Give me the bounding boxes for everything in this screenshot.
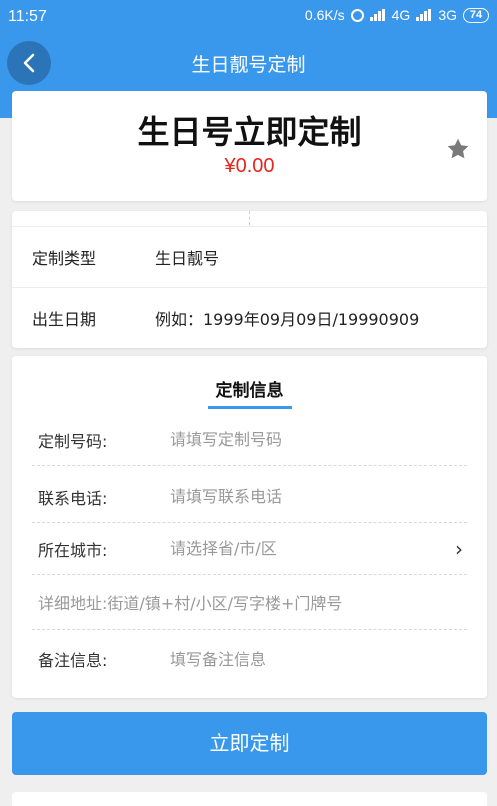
- address-row: [32, 578, 467, 630]
- status-time: 11:57: [8, 8, 47, 25]
- remark-row: 备注信息:: [32, 633, 467, 685]
- hero-headline: 生日号立即定制: [137, 113, 362, 151]
- chevron-right-icon[interactable]: ›: [455, 537, 463, 561]
- submit-button[interactable]: 立即定制: [12, 712, 487, 775]
- city-select[interactable]: [170, 539, 437, 558]
- tab-custom-info[interactable]: 定制信息: [12, 376, 487, 401]
- birth-date-row: 出生日期 例如：1999年09月09日/19990909: [12, 287, 487, 348]
- city-row[interactable]: 所在城市: ›: [32, 523, 467, 575]
- custom-type-label: 定制类型: [32, 249, 97, 268]
- battery-icon: 74: [463, 7, 489, 23]
- price-label: ¥0.00: [224, 155, 275, 177]
- custom-type-row: 定制类型 生日靓号: [12, 226, 487, 287]
- address-input[interactable]: [38, 594, 467, 613]
- bottom-card: [12, 792, 487, 806]
- birth-date-example: 例如：1999年09月09日/19990909: [155, 310, 420, 329]
- network-speed: 0.6K/s: [304, 7, 345, 23]
- phone-label: 联系电话:: [38, 488, 108, 508]
- alarm-icon: [350, 8, 364, 22]
- network-type-b: 3G: [438, 7, 457, 23]
- divider: [249, 211, 250, 225]
- status-icons: 0.6K/s 4G 3G 74: [305, 7, 489, 23]
- page-title: 生日靓号定制: [191, 54, 306, 76]
- remark-input[interactable]: [170, 649, 437, 669]
- custom-number-label: 定制号码:: [38, 431, 108, 451]
- tab-underline: [208, 406, 292, 409]
- hero-card: 生日号立即定制 ¥0.00: [12, 91, 487, 201]
- signal-icon: [416, 9, 432, 21]
- custom-info-form: 定制信息 定制号码: 联系电话: 所在城市: › 备注信息:: [12, 356, 487, 698]
- status-bar: 11:57 0.6K/s 4G 3G 74: [0, 0, 497, 34]
- phone-input[interactable]: [170, 487, 437, 506]
- birth-date-label: 出生日期: [32, 310, 97, 329]
- remark-label: 备注信息:: [38, 651, 108, 670]
- network-type-a: 4G: [391, 7, 411, 23]
- city-label: 所在城市:: [38, 540, 108, 560]
- custom-type-value: 生日靓号: [155, 249, 220, 268]
- custom-number-row: 定制号码:: [32, 414, 467, 466]
- info-card: 定制类型 生日靓号 出生日期 例如：1999年09月09日/19990909: [12, 211, 487, 348]
- star-icon[interactable]: [445, 136, 471, 162]
- custom-number-input[interactable]: [170, 430, 437, 449]
- signal-icon: [369, 9, 386, 21]
- phone-row: 联系电话:: [32, 471, 467, 523]
